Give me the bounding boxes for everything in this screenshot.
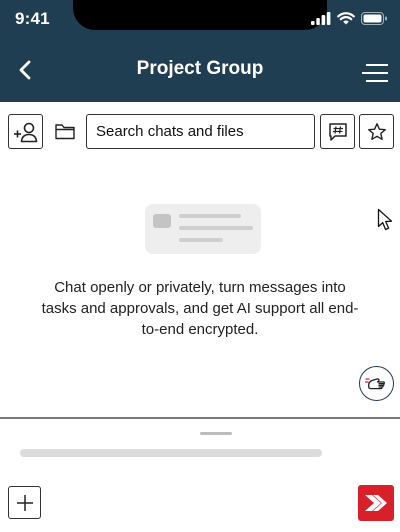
message-placeholder-icon (153, 214, 253, 242)
send-icon (365, 495, 387, 511)
chat-toolbar: Search chats and files (0, 114, 400, 150)
app-header: 9:41 Project Group (0, 0, 400, 102)
menu-icon[interactable] (360, 60, 390, 86)
search-placeholder: Search chats and files (96, 123, 244, 140)
empty-state-illustration (145, 204, 261, 254)
channels-button[interactable] (320, 114, 355, 149)
status-time: 9:41 (15, 9, 50, 28)
star-icon (367, 122, 386, 140)
wifi-icon (337, 12, 355, 25)
composer-divider (0, 417, 400, 419)
status-icons (311, 12, 388, 25)
drag-handle[interactable] (200, 432, 232, 435)
device-notch (73, 0, 327, 30)
hashtag-chat-icon (328, 122, 347, 141)
page-title: Project Group (136, 58, 264, 79)
search-input[interactable]: Search chats and files (86, 114, 315, 149)
message-input[interactable] (20, 449, 322, 457)
ai-hand-icon (364, 377, 385, 389)
plus-icon (16, 494, 33, 511)
add-attachment-button[interactable] (8, 486, 41, 519)
battery-icon (361, 12, 387, 25)
files-button[interactable] (47, 114, 82, 149)
add-member-button[interactable] (8, 114, 43, 149)
send-button[interactable] (358, 485, 394, 521)
favorite-button[interactable] (359, 114, 394, 149)
folder-icon (54, 124, 75, 140)
add-user-icon (13, 122, 37, 142)
empty-state-message: Chat openly or privately, turn messages … (41, 279, 359, 338)
signal-icon (311, 12, 331, 25)
ai-assistant-button[interactable] (359, 366, 394, 401)
chat-screen: 9:41 Project Group Search chats and file… (0, 0, 400, 532)
mouse-pointer-icon (377, 208, 393, 231)
